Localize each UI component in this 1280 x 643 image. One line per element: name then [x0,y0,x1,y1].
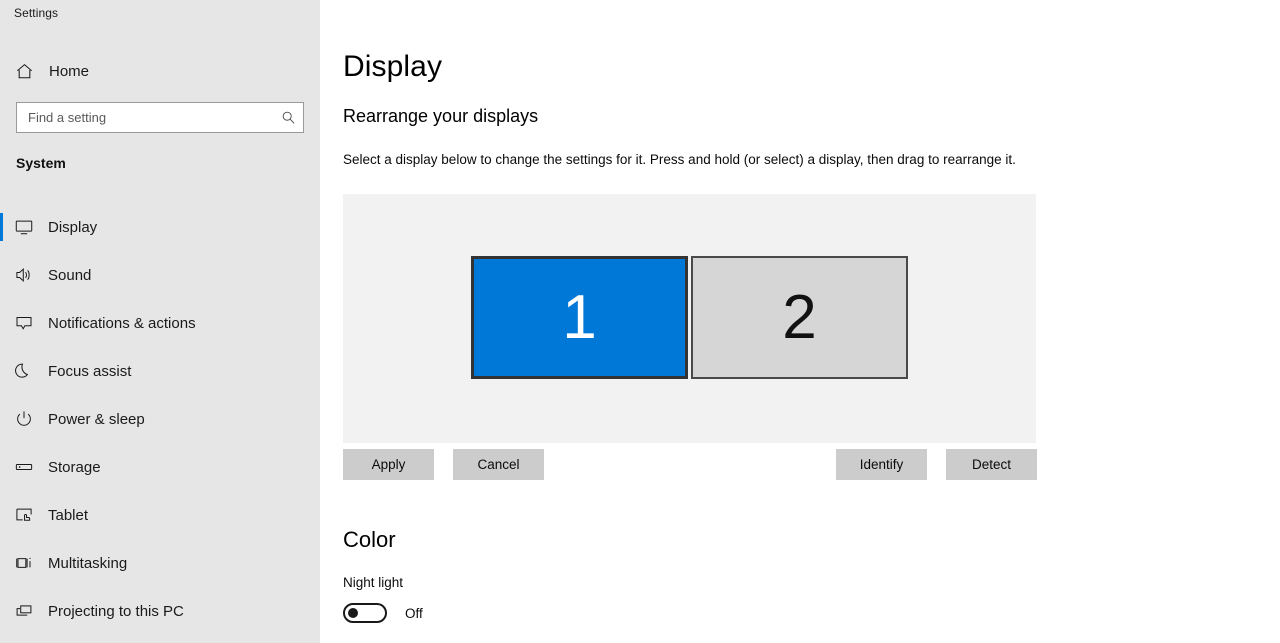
sidebar: Settings Home System [0,0,320,643]
cancel-button[interactable]: Cancel [453,449,544,480]
sidebar-item-home[interactable]: Home [0,53,320,89]
sidebar-item-sound-label: Sound [48,266,92,284]
sidebar-item-multitasking-label: Multitasking [48,554,128,572]
sidebar-item-display-label: Display [48,218,98,236]
project-screen-icon [0,601,48,621]
toggle-knob [348,608,358,618]
sidebar-item-focus-assist[interactable]: Focus assist [0,347,320,395]
identify-button[interactable]: Identify [836,449,927,480]
sidebar-item-projecting[interactable]: Projecting to this PC [0,587,320,635]
selection-indicator [0,213,3,241]
rearrange-heading: Rearrange your displays [343,106,539,126]
monitor-icon [0,217,48,237]
selection-indicator [0,261,3,289]
sidebar-item-power-sleep-label: Power & sleep [48,410,145,428]
display-monitor-2[interactable]: 2 [691,256,908,379]
display-monitor-2-number: 2 [782,283,817,352]
sidebar-item-home-label: Home [49,62,90,80]
sidebar-item-notifications[interactable]: Notifications & actions [0,299,320,347]
sidebar-section-label: System [16,155,66,171]
sidebar-item-multitasking[interactable]: Multitasking [0,539,320,587]
main-content: Display Rearrange your displays Select a… [320,0,1280,643]
selection-indicator [0,597,3,625]
power-icon [0,409,48,429]
selection-indicator [0,357,3,385]
display-monitor-1[interactable]: 1 [471,256,688,379]
display-arrangement-canvas[interactable]: 1 2 [343,194,1036,443]
moon-icon [0,361,48,381]
settings-window: Settings Home System [0,0,1280,643]
display-monitor-1-number: 1 [562,283,597,352]
night-light-toggle[interactable] [343,603,387,623]
home-icon [0,62,48,81]
sidebar-item-sound[interactable]: Sound [0,251,320,299]
selection-indicator [0,309,3,337]
sidebar-item-storage[interactable]: Storage [0,443,320,491]
search-input[interactable] [17,103,273,132]
search-box[interactable] [16,102,304,133]
detect-button[interactable]: Detect [946,449,1037,480]
notification-icon [0,313,48,333]
sidebar-item-notifications-label: Notifications & actions [48,314,196,332]
task-view-icon [0,553,48,573]
selection-indicator [0,549,3,577]
color-section-heading: Color [343,527,396,552]
drive-icon [0,457,48,477]
selection-indicator [0,405,3,433]
apply-button[interactable]: Apply [343,449,434,480]
speaker-icon [0,265,48,285]
selection-indicator [0,501,3,529]
night-light-label: Night light [343,575,404,590]
sidebar-item-storage-label: Storage [48,458,101,476]
sidebar-item-display[interactable]: Display [0,203,320,251]
night-light-state: Off [405,605,423,621]
search-icon[interactable] [273,110,303,125]
sidebar-item-focus-assist-label: Focus assist [48,362,132,380]
app-title: Settings [14,6,59,20]
rearrange-description: Select a display below to change the set… [343,152,1016,167]
selection-indicator [0,453,3,481]
sidebar-item-tablet[interactable]: Tablet [0,491,320,539]
sidebar-item-projecting-label: Projecting to this PC [48,602,184,620]
night-light-toggle-row: Off [343,603,423,623]
tablet-touch-icon [0,505,48,525]
sidebar-item-tablet-label: Tablet [48,506,89,524]
page-title: Display [343,50,443,83]
sidebar-nav: Display Sound Notifications & actions Fo… [0,203,320,635]
sidebar-item-power-sleep[interactable]: Power & sleep [0,395,320,443]
